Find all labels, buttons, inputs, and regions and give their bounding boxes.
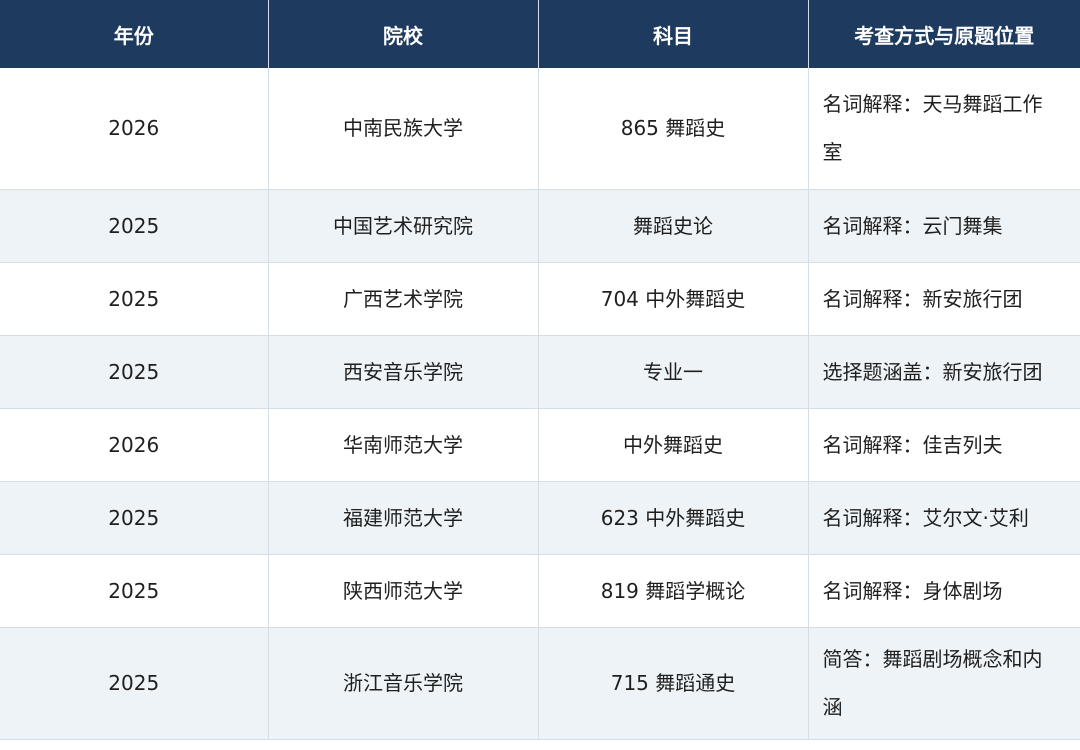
header-detail: 考查方式与原题位置 bbox=[808, 0, 1080, 68]
cell-detail: 选择题涵盖：新安旅行团 bbox=[808, 335, 1080, 409]
table-row: 2025 福建师范大学 623 中外舞蹈史 名词解释：艾尔文·艾利 bbox=[0, 481, 1080, 555]
table-body: 2026 中南民族大学 865 舞蹈史 名词解释：天马舞蹈工作室 2025 中国… bbox=[0, 68, 1080, 740]
cell-detail: 简答：舞蹈剧场概念和内涵 bbox=[808, 627, 1080, 740]
table-row: 2025 陕西师范大学 819 舞蹈学概论 名词解释：身体剧场 bbox=[0, 554, 1080, 628]
cell-school: 西安音乐学院 bbox=[268, 335, 539, 409]
table-row: 2026 华南师范大学 中外舞蹈史 名词解释：佳吉列夫 bbox=[0, 408, 1080, 482]
header-row: 年份 院校 科目 考查方式与原题位置 bbox=[0, 0, 1080, 68]
cell-subject: 865 舞蹈史 bbox=[538, 68, 809, 190]
cell-school: 华南师范大学 bbox=[268, 408, 539, 482]
cell-year: 2025 bbox=[0, 262, 269, 336]
table-row: 2025 中国艺术研究院 舞蹈史论 名词解释：云门舞集 bbox=[0, 189, 1080, 263]
cell-subject: 中外舞蹈史 bbox=[538, 408, 809, 482]
cell-year: 2025 bbox=[0, 189, 269, 263]
cell-subject: 704 中外舞蹈史 bbox=[538, 262, 809, 336]
cell-school: 中南民族大学 bbox=[268, 68, 539, 190]
cell-school: 广西艺术学院 bbox=[268, 262, 539, 336]
header-subject: 科目 bbox=[538, 0, 809, 68]
cell-subject: 舞蹈史论 bbox=[538, 189, 809, 263]
cell-school: 浙江音乐学院 bbox=[268, 627, 539, 740]
cell-year: 2025 bbox=[0, 627, 269, 740]
cell-year: 2025 bbox=[0, 554, 269, 628]
table-row: 2025 西安音乐学院 专业一 选择题涵盖：新安旅行团 bbox=[0, 335, 1080, 409]
cell-detail: 名词解释：身体剧场 bbox=[808, 554, 1080, 628]
cell-school: 中国艺术研究院 bbox=[268, 189, 539, 263]
cell-detail: 名词解释：艾尔文·艾利 bbox=[808, 481, 1080, 555]
cell-school: 福建师范大学 bbox=[268, 481, 539, 555]
cell-subject: 819 舞蹈学概论 bbox=[538, 554, 809, 628]
cell-subject: 715 舞蹈通史 bbox=[538, 627, 809, 740]
cell-detail: 名词解释：天马舞蹈工作室 bbox=[808, 68, 1080, 190]
cell-year: 2026 bbox=[0, 408, 269, 482]
cell-subject: 专业一 bbox=[538, 335, 809, 409]
table-row: 2025 广西艺术学院 704 中外舞蹈史 名词解释：新安旅行团 bbox=[0, 262, 1080, 336]
cell-school: 陕西师范大学 bbox=[268, 554, 539, 628]
cell-year: 2026 bbox=[0, 68, 269, 190]
header-school: 院校 bbox=[268, 0, 539, 68]
table-header: 年份 院校 科目 考查方式与原题位置 bbox=[0, 0, 1080, 68]
cell-detail: 名词解释：新安旅行团 bbox=[808, 262, 1080, 336]
table-row: 2025 浙江音乐学院 715 舞蹈通史 简答：舞蹈剧场概念和内涵 bbox=[0, 627, 1080, 740]
exam-table-container: 年份 院校 科目 考查方式与原题位置 2026 中南民族大学 865 舞蹈史 名… bbox=[0, 0, 1080, 750]
cell-detail: 名词解释：佳吉列夫 bbox=[808, 408, 1080, 482]
cell-subject: 623 中外舞蹈史 bbox=[538, 481, 809, 555]
header-year: 年份 bbox=[0, 0, 269, 68]
cell-year: 2025 bbox=[0, 481, 269, 555]
cell-detail: 名词解释：云门舞集 bbox=[808, 189, 1080, 263]
table-row: 2026 中南民族大学 865 舞蹈史 名词解释：天马舞蹈工作室 bbox=[0, 68, 1080, 190]
exam-table: 年份 院校 科目 考查方式与原题位置 2026 中南民族大学 865 舞蹈史 名… bbox=[0, 0, 1080, 740]
cell-year: 2025 bbox=[0, 335, 269, 409]
